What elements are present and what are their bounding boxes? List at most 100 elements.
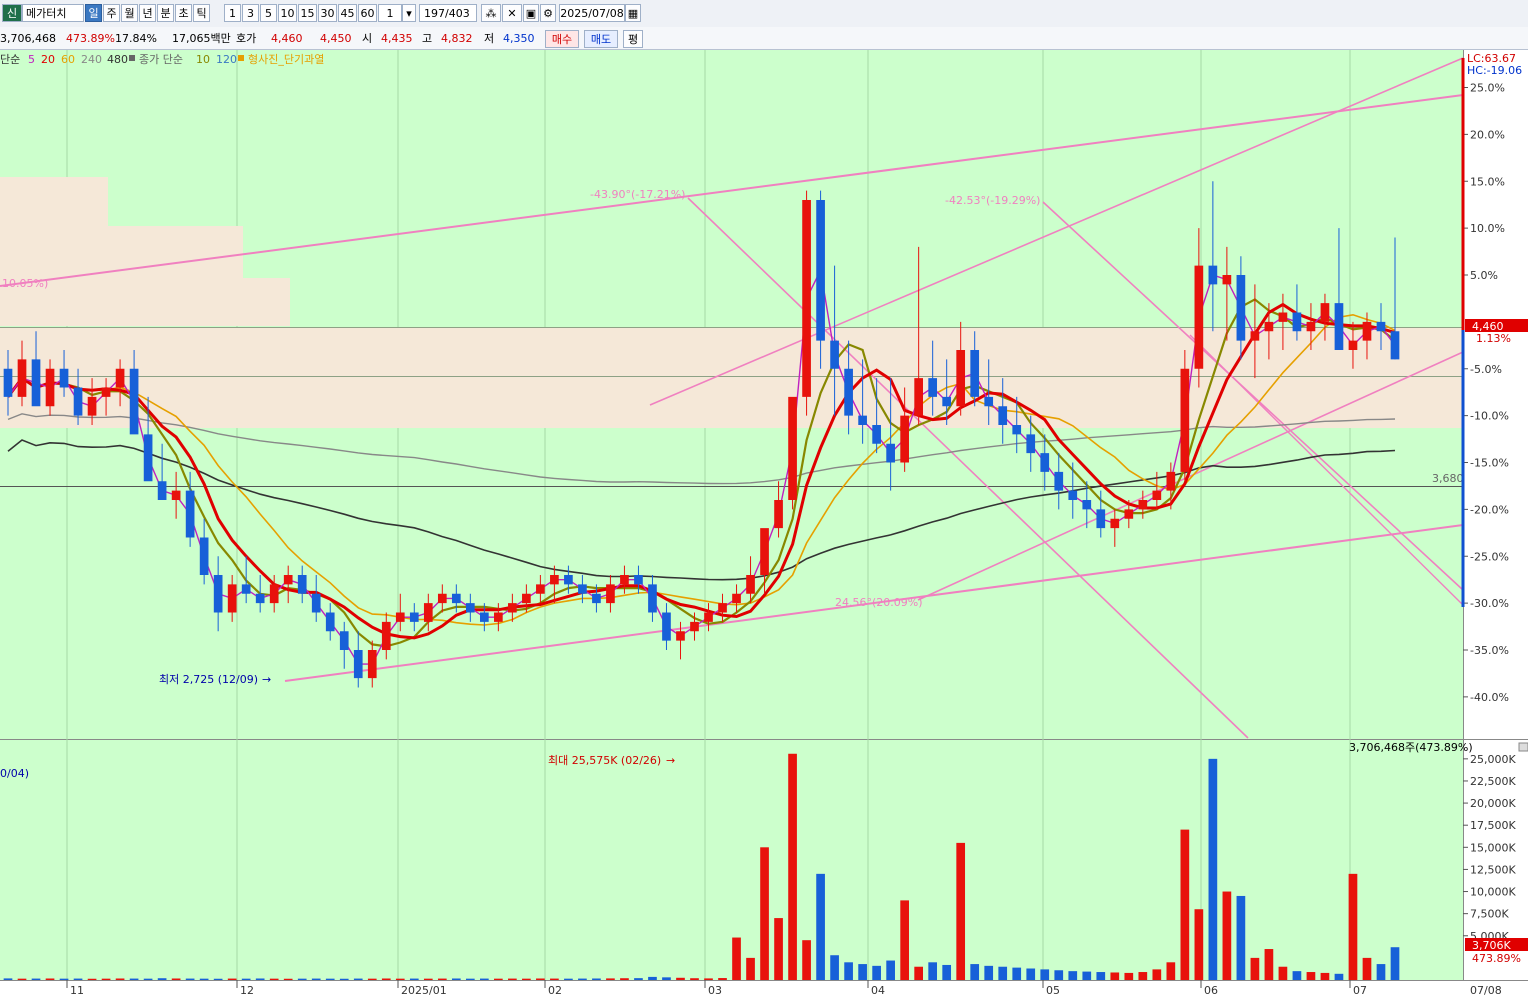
interval-tab[interactable]: 10 <box>278 4 297 22</box>
low-price: 4,350 <box>503 32 535 45</box>
zone-box <box>0 177 108 229</box>
price-tick-label: -30.0% <box>1470 597 1509 610</box>
volume-bar <box>718 978 727 980</box>
candle-body <box>928 378 938 397</box>
legend-ma-240: 240 <box>81 53 102 66</box>
candle-body <box>844 368 853 416</box>
volume-bar <box>606 978 615 980</box>
candle-body <box>1026 434 1036 454</box>
candle-body <box>297 575 307 594</box>
candle-body <box>1264 321 1274 332</box>
candle-body <box>157 481 167 500</box>
candle-body <box>1306 321 1316 332</box>
interval-tab[interactable]: 5 <box>260 4 277 22</box>
period-tab[interactable]: 주 <box>103 4 120 22</box>
candle-body <box>1334 303 1344 350</box>
volume-bar <box>3 978 13 980</box>
volume-bar <box>1194 909 1204 980</box>
interval-tab[interactable]: 45 <box>338 4 357 22</box>
period-tab[interactable]: 분 <box>157 4 174 22</box>
interval-tab[interactable]: 30 <box>318 4 337 22</box>
open-price: 4,435 <box>381 32 413 45</box>
volume-bar <box>437 978 447 980</box>
candle-body <box>1278 312 1288 322</box>
volume-bar <box>1138 972 1148 980</box>
save-icon[interactable]: ▣ <box>523 4 539 22</box>
volume-tick-label: 15,000K <box>1470 841 1516 854</box>
candle-body <box>1138 500 1148 510</box>
candle-body <box>59 368 69 388</box>
volume-tick-label: 22,500K <box>1470 775 1516 788</box>
candle-body <box>409 612 419 622</box>
volume-bar <box>1068 971 1078 980</box>
period-tab[interactable]: 월 <box>121 4 138 22</box>
calendar-icon[interactable]: ▦ <box>625 4 641 22</box>
period-tab[interactable]: 틱 <box>193 4 210 22</box>
volume-bar <box>1208 758 1218 980</box>
stock-chart[interactable]: -43.90°(-17.21%) -42.53°(-19.29%) 24.56°… <box>0 50 1528 1001</box>
candle-body <box>31 359 41 407</box>
period-tab[interactable]: 년 <box>139 4 156 22</box>
candle-body <box>1236 275 1246 341</box>
price-tick-label: -40.0% <box>1470 691 1509 704</box>
gear-icon[interactable]: ⚙ <box>540 4 556 22</box>
interval-tab[interactable]: 1 <box>224 4 241 22</box>
candle-body <box>241 584 251 594</box>
interval-dropdown-icon[interactable]: ▾ <box>402 4 416 22</box>
panel-menu-icon[interactable] <box>1518 742 1528 752</box>
compare-icon[interactable]: ⁂ <box>481 4 501 22</box>
period-tab[interactable]: 일 <box>85 4 102 22</box>
period-tab[interactable]: 초 <box>175 4 192 22</box>
hoga-label: 호가 <box>236 32 257 45</box>
date-tick-label: 06 <box>1204 984 1218 997</box>
candle-body <box>1180 368 1190 472</box>
volume-bar <box>1390 947 1400 980</box>
legend-ma-480: 480 <box>107 53 128 66</box>
sell-button[interactable]: 매도 <box>584 30 618 48</box>
stock-name[interactable]: 메가터치 <box>22 4 84 22</box>
buy-button[interactable]: 매수 <box>545 30 579 48</box>
volume-bar <box>1026 968 1036 980</box>
high-price: 4,832 <box>441 32 473 45</box>
volume-tick-label: 20,000K <box>1470 797 1516 810</box>
volume-bar <box>690 978 699 980</box>
candle-body <box>998 406 1008 425</box>
volume-bar <box>648 976 657 980</box>
interval-tab[interactable]: 60 <box>358 4 377 22</box>
volume-bar <box>830 955 839 980</box>
interval-tab[interactable]: 15 <box>298 4 317 22</box>
volume-bar <box>1376 964 1386 980</box>
candle-body <box>1068 490 1078 500</box>
volume-bar <box>311 978 321 980</box>
volume-bar <box>395 978 405 980</box>
volume-bar <box>451 978 461 980</box>
volume-bar <box>1306 972 1316 980</box>
candle-body <box>830 340 839 369</box>
candle-body <box>550 575 559 585</box>
hc-label: HC:-19.06 <box>1467 64 1522 77</box>
average-button[interactable]: 평 <box>623 30 643 48</box>
cross-tool-icon[interactable]: ✕ <box>502 4 522 22</box>
candle-body <box>1054 471 1064 491</box>
count-display[interactable]: 197/403 <box>419 4 477 22</box>
candle-body <box>662 612 671 641</box>
volume-bar <box>746 957 755 980</box>
volume-bar <box>1236 895 1246 980</box>
legend-vma-10: 10 <box>196 53 210 66</box>
volume-bar <box>1110 972 1120 980</box>
candle-body <box>45 368 55 407</box>
volume-bar <box>1222 891 1232 980</box>
interval-input[interactable]: 1 <box>378 4 402 22</box>
price-tick-label: 15.0% <box>1470 175 1505 188</box>
volume-bar <box>381 978 391 980</box>
candle-body <box>760 528 769 575</box>
last-pct: 1.13% <box>1476 332 1511 345</box>
volume-bar <box>508 978 517 980</box>
volume-bar <box>928 962 938 980</box>
date-field[interactable]: 2025/07/08 <box>559 4 625 22</box>
price-tick-label: 5.0% <box>1470 269 1498 282</box>
stock-badge[interactable]: 신 <box>2 4 22 22</box>
interval-tab[interactable]: 3 <box>242 4 259 22</box>
legend-vma-120: 120 <box>216 53 237 66</box>
candle-body <box>87 396 97 416</box>
